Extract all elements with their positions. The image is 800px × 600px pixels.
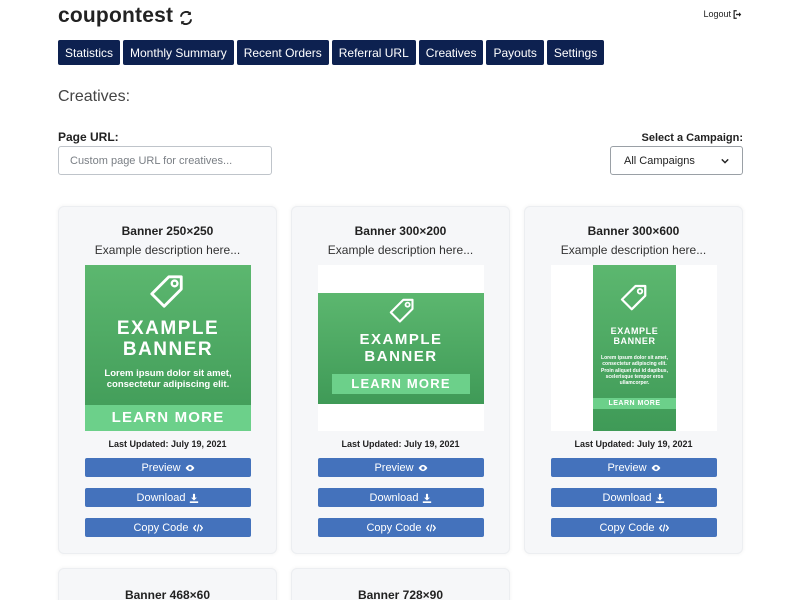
download-icon [656, 493, 665, 503]
banner-line2: BANNER [364, 347, 438, 365]
eye-icon [651, 464, 660, 471]
banner-line2: BANNER [122, 338, 214, 360]
banner-line1: EXAMPLE [610, 326, 659, 336]
download-label: Download [136, 491, 186, 504]
logout-link[interactable]: Logout [703, 9, 742, 19]
tab-settings[interactable]: Settings [546, 40, 605, 65]
creative-card: Banner 300×200 Example description here.… [291, 206, 510, 554]
banner-cta: LEARN MORE [85, 405, 251, 431]
last-updated: Last Updated: July 19, 2021 [574, 439, 693, 449]
tag-icon [150, 275, 183, 308]
preview-button[interactable]: Preview [85, 458, 251, 477]
tab-referral-url[interactable]: Referral URL [331, 40, 416, 65]
download-button[interactable]: Download [85, 488, 251, 507]
download-button[interactable]: Download [318, 488, 484, 507]
nav-tabs: Statistics Monthly Summary Recent Orders… [58, 40, 605, 65]
last-updated: Last Updated: July 19, 2021 [108, 439, 227, 449]
tab-payouts[interactable]: Payouts [486, 40, 544, 65]
code-icon [425, 523, 436, 532]
banner-body: Lorem ipsum dolor sit amet, consectetur … [601, 355, 668, 386]
download-label: Download [369, 491, 419, 504]
page-title: Creatives: [58, 88, 131, 105]
tab-creatives[interactable]: Creatives [418, 40, 484, 65]
refresh-icon[interactable] [179, 10, 193, 25]
download-label: Download [602, 491, 652, 504]
tab-statistics[interactable]: Statistics [58, 40, 121, 65]
tag-icon [620, 284, 647, 311]
eye-icon [185, 464, 194, 471]
banner-body: Lorem ipsum dolor sit amet, consectetur … [104, 368, 232, 391]
banner-line1: EXAMPLE [116, 318, 220, 339]
tag-icon [389, 298, 414, 323]
download-icon [423, 493, 432, 503]
creative-description: Example description here... [327, 243, 474, 257]
creative-title: Banner 300×600 [587, 224, 680, 238]
banner-cta: LEARN MORE [593, 398, 676, 409]
banner-preview-image: EXAMPLE BANNER Lorem ipsum dolor sit amet… [593, 265, 676, 431]
code-icon [192, 523, 203, 532]
banner-cta: LEARN MORE [332, 374, 470, 394]
copy-code-button[interactable]: Copy Code [551, 518, 717, 537]
copy-code-label: Copy Code [366, 521, 422, 534]
preview-label: Preview [141, 461, 181, 474]
copy-code-button[interactable]: Copy Code [318, 518, 484, 537]
banner-line1: EXAMPLE [359, 331, 443, 348]
sign-out-icon [733, 9, 742, 19]
code-icon [658, 523, 669, 532]
app-title: coupontest [58, 4, 174, 27]
preview-button[interactable]: Preview [318, 458, 484, 477]
download-icon [190, 493, 199, 503]
logout-label: Logout [703, 9, 731, 19]
campaign-selected-value: All Campaigns [624, 154, 695, 167]
preview-label: Preview [607, 461, 647, 474]
banner-preview-image: EXAMPLE BANNER LEARN MORE [318, 293, 484, 404]
preview-button[interactable]: Preview [551, 458, 717, 477]
eye-icon [418, 464, 427, 471]
copy-code-button[interactable]: Copy Code [85, 518, 251, 537]
page-url-label: Page URL: [58, 130, 119, 144]
app-header: coupontest [58, 4, 193, 28]
banner-preview-image: EXAMPLE BANNER Lorem ipsum dolor sit amet… [85, 265, 251, 431]
campaign-label: Select a Campaign: [641, 132, 743, 144]
creative-card: Banner 300×600 Example description here.… [524, 206, 743, 554]
copy-code-label: Copy Code [133, 521, 189, 534]
campaign-select[interactable]: All Campaigns [610, 146, 743, 175]
creative-title: Banner 250×250 [121, 224, 214, 238]
download-button[interactable]: Download [551, 488, 717, 507]
tab-recent-orders[interactable]: Recent Orders [236, 40, 329, 65]
creative-card: Banner 728×90 [291, 568, 510, 600]
tab-monthly-summary[interactable]: Monthly Summary [123, 40, 234, 65]
copy-code-label: Copy Code [599, 521, 655, 534]
creative-title: Banner 728×90 [357, 588, 444, 600]
creative-title: Banner 468×60 [124, 588, 211, 600]
page-url-input[interactable] [58, 146, 272, 175]
creative-card: Banner 468×60 [58, 568, 277, 600]
creative-description: Example description here... [94, 243, 241, 257]
creative-description: Example description here... [560, 243, 707, 257]
preview-label: Preview [374, 461, 414, 474]
last-updated: Last Updated: July 19, 2021 [341, 439, 460, 449]
banner-line2: BANNER [613, 335, 656, 346]
creative-card: Banner 250×250 Example description here.… [58, 206, 277, 554]
creative-title: Banner 300×200 [354, 224, 447, 238]
chevron-down-icon [721, 158, 729, 164]
